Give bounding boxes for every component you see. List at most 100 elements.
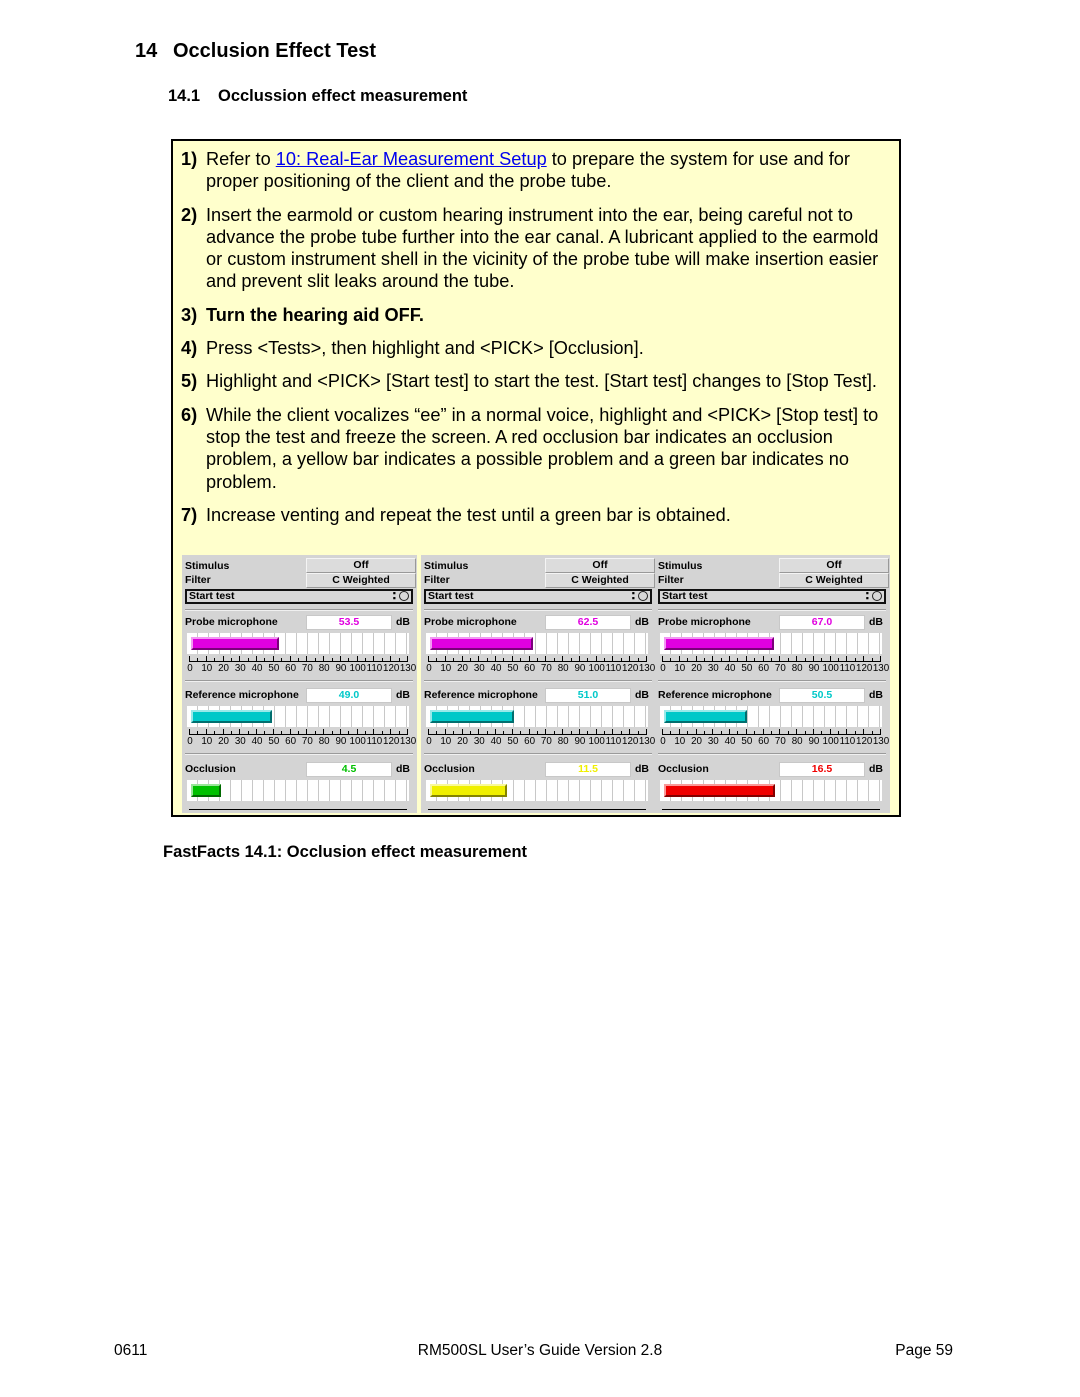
occlusion-scale [426, 804, 651, 813]
scale-tick [390, 729, 392, 735]
scale-minor-tick [854, 658, 856, 662]
scale-tick [562, 729, 564, 735]
scale-label: 30 [234, 736, 246, 747]
step-text: Press <Tests>, then highlight and <PICK>… [206, 338, 644, 359]
stimulus-value[interactable]: Off [779, 558, 889, 573]
probe-mic-label: Probe microphone [658, 616, 751, 628]
probe-mic-label: Probe microphone [185, 616, 278, 628]
scale-tick [272, 656, 274, 662]
filter-value[interactable]: C Weighted [306, 573, 416, 588]
start-test-label: Start test [189, 590, 235, 602]
scale-label: 110 [366, 736, 383, 747]
scale-minor-tick [587, 658, 589, 662]
occlusion-panel-2: Stimulus Off Filter C Weighted Start test ▪ ▪ P… [421, 555, 656, 813]
scale-minor-tick [365, 731, 367, 735]
scale-label: 130 [638, 736, 656, 747]
scale-label: 50 [507, 663, 519, 674]
scale-label: 30 [707, 736, 719, 747]
spinner-dots-icon: ▪ ▪ [865, 588, 869, 603]
scale-label: 80 [791, 736, 803, 747]
probe-mic-label: Probe microphone [424, 616, 517, 628]
stimulus-value[interactable]: Off [545, 558, 655, 573]
scale-tick [511, 729, 513, 735]
scale-tick [256, 656, 258, 662]
scale-label: 20 [457, 663, 468, 674]
scale-label: 40 [724, 663, 736, 674]
scale-label: 60 [524, 663, 536, 674]
scale-minor-tick [197, 731, 199, 735]
db-scale: 0 10 20 30 40 50 60 70 80 90 100 110 120 130 [660, 656, 889, 674]
start-test-button[interactable]: Start test ▪ ▪ [185, 589, 413, 604]
scale-label: 0 [426, 736, 432, 747]
scale-minor-tick [331, 731, 333, 735]
filter-label: Filter [185, 574, 211, 586]
scale-axis [428, 809, 646, 810]
scale-label: 90 [574, 663, 586, 674]
scale-minor-tick [787, 658, 789, 662]
probe-mic-value: 67.0 [779, 615, 865, 630]
scale-tick [812, 656, 814, 662]
scale-tick [373, 656, 375, 662]
scale-minor-tick [469, 731, 471, 735]
scale-tick [528, 656, 530, 662]
scale-tick [222, 656, 224, 662]
start-test-button[interactable]: Start test ▪ ▪ [424, 589, 652, 604]
stimulus-value[interactable]: Off [306, 558, 416, 573]
scale-minor-tick [520, 731, 522, 735]
scale-minor-tick [754, 731, 756, 735]
scale-tick [289, 656, 291, 662]
knob-icon [638, 591, 648, 601]
scale-minor-tick [398, 731, 400, 735]
scale-label: 10 [674, 736, 686, 747]
db-scale: 0 10 20 30 40 50 60 70 80 90 100 110 120 130 [187, 729, 416, 747]
scale-minor-tick [348, 731, 350, 735]
scale-tick [339, 729, 341, 735]
occlusion-unit: dB [635, 763, 649, 775]
scale-tick [578, 729, 580, 735]
scale-minor-tick [838, 658, 840, 662]
scale-label: 90 [335, 736, 347, 747]
scale-label: 50 [268, 663, 280, 674]
knob-icon [872, 591, 882, 601]
scale-label: 120 [622, 663, 639, 674]
scale-tick [478, 656, 480, 662]
start-test-button[interactable]: Start test ▪ ▪ [658, 589, 886, 604]
scale-label: 110 [366, 663, 383, 674]
scale-label: 120 [856, 736, 873, 747]
scale-tick [528, 729, 530, 735]
scale-minor-tick [854, 731, 856, 735]
scale-minor-tick [230, 658, 232, 662]
scale-label: 30 [473, 736, 485, 747]
scale-tick [545, 656, 547, 662]
scale-minor-tick [247, 731, 249, 735]
occlusion-panel-3: Stimulus Off Filter C Weighted Start test ▪ ▪ P… [655, 555, 890, 813]
scale-tick [712, 729, 714, 735]
scale-minor-tick [537, 658, 538, 662]
step-6: 6) While the client vocalizes “ee” in a … [181, 404, 881, 493]
scale-label: 0 [187, 663, 193, 674]
reference-mic-bar [664, 710, 748, 723]
filter-value[interactable]: C Weighted [545, 573, 655, 588]
scale-tick [478, 729, 480, 735]
reference-mic-unit: dB [396, 689, 410, 701]
scale-minor-tick [670, 731, 672, 735]
scale-tick [629, 729, 631, 735]
scale-tick [662, 729, 663, 735]
scale-label: 120 [383, 736, 400, 747]
scale-label: 80 [318, 736, 330, 747]
scale-minor-tick [214, 658, 216, 662]
step-4: 4) Press <Tests>, then highlight and <PI… [181, 337, 881, 359]
stimulus-label: Stimulus [185, 560, 230, 572]
scale-label: 20 [691, 736, 702, 747]
reference-mic-bar-track [426, 706, 648, 727]
scale-label: 120 [622, 736, 639, 747]
scale-minor-tick [298, 731, 299, 735]
real-ear-setup-link[interactable]: 10: Real-Ear Measurement Setup [276, 149, 547, 169]
probe-mic-bar-track [426, 633, 648, 654]
scale-label: 0 [660, 663, 666, 674]
scale-minor-tick [821, 658, 823, 662]
scale-minor-tick [281, 731, 283, 735]
filter-value[interactable]: C Weighted [779, 573, 889, 588]
section-number: 14 [135, 40, 158, 62]
scale-tick [612, 729, 614, 735]
